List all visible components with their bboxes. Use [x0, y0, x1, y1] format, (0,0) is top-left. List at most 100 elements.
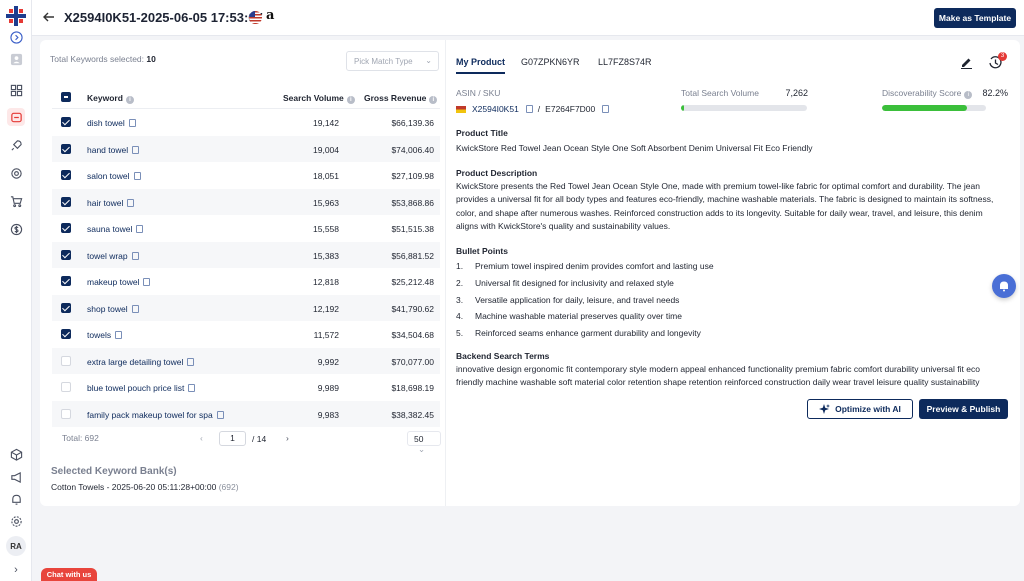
- column-revenue[interactable]: Gross Revenue i: [364, 93, 438, 104]
- collapse-sidebar-icon[interactable]: ›: [7, 561, 25, 579]
- keyword-cell[interactable]: extra large detailing towel: [87, 357, 195, 367]
- keyword-cell[interactable]: hand towel: [87, 145, 140, 155]
- notification-bell-icon[interactable]: [992, 274, 1016, 298]
- keyword-cell[interactable]: hair towel: [87, 198, 135, 208]
- row-checkbox[interactable]: [61, 302, 71, 313]
- chat-with-us-button[interactable]: Chat with us: [41, 568, 97, 581]
- gear-icon[interactable]: [7, 512, 25, 530]
- copy-icon[interactable]: [132, 145, 140, 154]
- table-row[interactable]: blue towel pouch price list 9,989 $18,698.…: [52, 374, 440, 401]
- copy-icon[interactable]: [216, 410, 224, 419]
- prev-page-icon[interactable]: ‹: [200, 433, 203, 443]
- table-row[interactable]: makeup towel 12,818 $25,212.48: [52, 268, 440, 295]
- settings-gear-icon[interactable]: [7, 164, 25, 182]
- row-checkbox[interactable]: [61, 143, 71, 154]
- back-arrow-icon[interactable]: [42, 10, 56, 24]
- table-row[interactable]: hand towel 19,004 $74,006.40: [52, 135, 440, 162]
- edit-icon[interactable]: [960, 56, 973, 69]
- column-revenue-label: Gross Revenue: [364, 93, 427, 103]
- make-template-button[interactable]: Make as Template: [934, 8, 1016, 28]
- megaphone-icon[interactable]: [7, 468, 25, 486]
- copy-icon[interactable]: [115, 331, 123, 339]
- next-page-icon[interactable]: ›: [286, 433, 289, 443]
- table-row[interactable]: dish towel 19,142 $66,139.36: [52, 109, 440, 136]
- copy-icon[interactable]: [136, 225, 144, 233]
- tab-competitor-2[interactable]: LL7FZ8S74R: [598, 57, 652, 67]
- row-checkbox[interactable]: [61, 276, 71, 286]
- per-page-select[interactable]: 50 ⌄: [407, 431, 441, 454]
- page-input[interactable]: 1: [219, 431, 246, 446]
- copy-icon[interactable]: [525, 105, 533, 113]
- optimize-ai-button[interactable]: Optimize with AI: [807, 399, 913, 419]
- asin-sku-value: X2594I0K51 / E7264F7D00: [456, 104, 610, 114]
- keyword-cell[interactable]: makeup towel: [87, 277, 151, 287]
- info-icon[interactable]: i: [125, 96, 134, 104]
- keyword-cell[interactable]: dish towel: [87, 118, 136, 128]
- keyword-cell[interactable]: sauna towel: [87, 224, 144, 234]
- preview-publish-button[interactable]: Preview & Publish: [919, 399, 1008, 419]
- info-icon[interactable]: i: [346, 96, 355, 104]
- chevron-down-icon: ⌄: [418, 444, 426, 454]
- table-row[interactable]: towel wrap 15,383 $56,881.52: [52, 241, 440, 268]
- bullet-number: 4.: [456, 311, 464, 322]
- total-search-volume-value: 7,262: [785, 88, 808, 98]
- copy-icon[interactable]: [143, 278, 151, 286]
- copy-icon[interactable]: [131, 304, 139, 313]
- dashboard-icon[interactable]: [7, 81, 25, 99]
- keyword-cell[interactable]: blue towel pouch price list: [87, 383, 196, 393]
- dollar-icon[interactable]: [7, 220, 25, 238]
- column-keyword[interactable]: Keyword i: [87, 93, 134, 104]
- sidebar: RA ›: [0, 0, 32, 581]
- row-checkbox[interactable]: [61, 117, 71, 127]
- brand-logo-icon[interactable]: [6, 6, 26, 26]
- bell-icon[interactable]: [7, 490, 25, 508]
- keyword-cell[interactable]: salon towel: [87, 171, 141, 181]
- keyword-bank-name: Cotton Towels - 2025-06-20 05:11:28+00:0…: [51, 482, 217, 492]
- match-type-select[interactable]: Pick Match Type ⌄: [346, 51, 439, 71]
- row-checkbox[interactable]: [61, 329, 71, 339]
- table-row[interactable]: shop towel 12,192 $41,790.62: [52, 294, 440, 321]
- row-checkbox[interactable]: [61, 170, 71, 180]
- row-checkbox[interactable]: [61, 355, 71, 366]
- table-row[interactable]: hair towel 15,963 $53,868.86: [52, 188, 440, 215]
- table-row[interactable]: family pack makeup towel for spa 9,983 $38…: [52, 400, 440, 427]
- rocket-icon[interactable]: [7, 136, 25, 154]
- tab-competitor-1[interactable]: G07ZPKN6YR: [521, 57, 580, 67]
- box-icon[interactable]: [7, 445, 25, 463]
- product-description-label: Product Description: [456, 168, 538, 178]
- row-checkbox[interactable]: [61, 408, 71, 419]
- info-icon[interactable]: i: [429, 96, 438, 104]
- table-row[interactable]: salon towel 18,051 $27,109.98: [52, 162, 440, 189]
- avatar[interactable]: RA: [6, 536, 26, 556]
- keyword-text: blue towel pouch price list: [87, 383, 185, 393]
- copy-icon[interactable]: [127, 198, 135, 207]
- match-type-placeholder: Pick Match Type: [354, 57, 413, 66]
- listing-icon[interactable]: [7, 108, 25, 126]
- header: X2594I0K51-2025-06-05 17:53:07 a Make as…: [32, 0, 1024, 36]
- copy-icon[interactable]: [133, 172, 141, 180]
- copy-icon[interactable]: [602, 105, 610, 113]
- keyword-cell[interactable]: towels: [87, 330, 123, 340]
- row-checkbox[interactable]: [61, 249, 71, 260]
- copy-icon[interactable]: [188, 384, 196, 392]
- row-checkbox[interactable]: [61, 196, 71, 207]
- row-checkbox[interactable]: [61, 382, 71, 392]
- copy-icon[interactable]: [187, 357, 195, 366]
- row-checkbox[interactable]: [61, 223, 71, 233]
- table-row[interactable]: towels 11,572 $34,504.68: [52, 321, 440, 348]
- expand-icon[interactable]: [7, 28, 25, 46]
- keyword-cell[interactable]: shop towel: [87, 304, 139, 314]
- cart-icon[interactable]: [7, 192, 25, 210]
- asin-link[interactable]: X2594I0K51: [472, 104, 519, 114]
- copy-icon[interactable]: [128, 119, 136, 127]
- tab-my-product[interactable]: My Product: [456, 57, 506, 74]
- table-row[interactable]: sauna towel 15,558 $51,515.38: [52, 215, 440, 242]
- keyword-cell[interactable]: family pack makeup towel for spa: [87, 410, 224, 420]
- volume-cell: 9,983: [317, 409, 339, 420]
- table-row[interactable]: extra large detailing towel 9,992 $70,077.…: [52, 347, 440, 374]
- keyword-cell[interactable]: towel wrap: [87, 251, 139, 261]
- select-all-checkbox[interactable]: [61, 92, 71, 102]
- user-icon[interactable]: [7, 50, 25, 68]
- column-volume[interactable]: Search Volume i: [283, 93, 355, 104]
- copy-icon[interactable]: [131, 251, 139, 260]
